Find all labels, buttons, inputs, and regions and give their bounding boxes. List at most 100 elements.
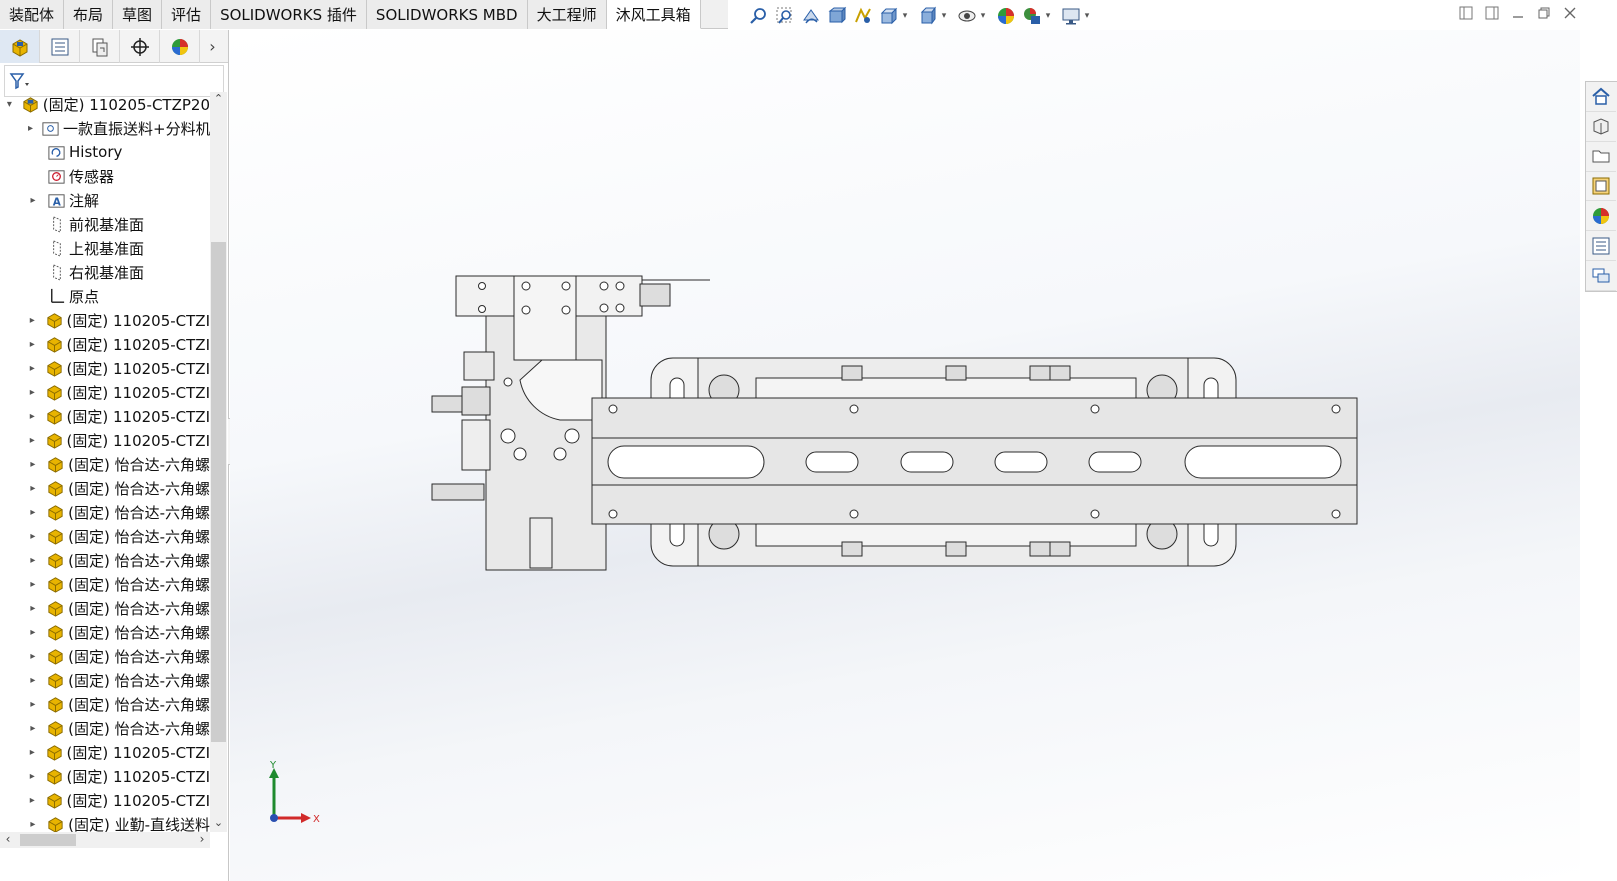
tree-item[interactable]: History — [0, 140, 210, 164]
tree-item[interactable]: ▸ (固定) 怡合达-六角螺 — [0, 596, 210, 620]
chevron-right-icon[interactable]: ▸ — [28, 651, 38, 662]
edit-appearance-icon[interactable] — [995, 5, 1017, 27]
displaymanager-icon[interactable] — [160, 30, 200, 63]
close-icon[interactable] — [1563, 6, 1577, 20]
chevron-down-icon[interactable]: ▾ — [1083, 11, 1091, 21]
tree-item[interactable]: ▸ (固定) 110205-CTZI — [0, 380, 210, 404]
tab-assembly[interactable]: 装配体 — [0, 0, 65, 29]
graphics-area[interactable] — [230, 30, 1580, 881]
chevron-right-icon[interactable]: ▸ — [28, 363, 37, 374]
tab-mufeng-toolbox[interactable]: 沐风工具箱 — [606, 0, 701, 29]
tree-item[interactable]: 右视基准面 — [0, 260, 210, 284]
tree-item[interactable]: ▸ (固定) 110205-CTZI — [0, 356, 210, 380]
chevron-right-icon[interactable]: ▸ — [28, 699, 38, 710]
tree-item[interactable]: ▸ (固定) 110205-CTZI — [0, 788, 210, 812]
view-settings-icon[interactable] — [1060, 5, 1082, 27]
tree-item[interactable]: ▸ (固定) 怡合达-六角螺 — [0, 716, 210, 740]
design-library-icon[interactable] — [1586, 112, 1616, 142]
chevron-right-icon[interactable]: ▸ — [28, 795, 37, 806]
forum-icon[interactable] — [1586, 261, 1616, 292]
propertymanager-icon[interactable] — [40, 30, 80, 63]
chevron-down-icon[interactable]: ▾ — [901, 11, 909, 21]
view-orientation-icon[interactable] — [878, 5, 900, 27]
tree-item[interactable]: ▸ (固定) 怡合达-六角螺 — [0, 524, 210, 548]
view-palette-icon[interactable] — [1586, 172, 1616, 202]
display-style-icon[interactable] — [917, 5, 939, 27]
scroll-down-icon[interactable]: ⌄ — [210, 816, 227, 832]
scrollbar-thumb[interactable] — [211, 242, 226, 742]
chevron-right-icon[interactable]: ▸ — [28, 819, 38, 830]
featuremanager-icon[interactable] — [0, 30, 40, 63]
tree-item[interactable]: ▸ (固定) 怡合达-六角螺 — [0, 620, 210, 644]
chevron-down-icon[interactable]: ▾ — [1044, 11, 1052, 21]
tree-item[interactable]: 前视基准面 — [0, 212, 210, 236]
tree-root[interactable]: ▾ (固定) 110205-CTZP20 — [0, 92, 210, 116]
chevron-right-icon[interactable]: ▸ — [28, 555, 38, 566]
zoom-to-area-icon[interactable] — [774, 5, 796, 27]
chevron-right-icon[interactable]: ▸ — [28, 315, 37, 326]
tree-item[interactable]: ▸ (固定) 怡合达-六角螺 — [0, 452, 210, 476]
tree-item[interactable]: 原点 — [0, 284, 210, 308]
tree-item[interactable]: ▸ (固定) 怡合达-六角螺 — [0, 476, 210, 500]
appearances-icon[interactable] — [1586, 201, 1616, 232]
chevron-down-icon[interactable]: ▾ — [940, 11, 948, 21]
chevron-right-icon[interactable]: ▸ — [28, 579, 38, 590]
tree-item[interactable]: ▸ (固定) 110205-CTZI — [0, 764, 210, 788]
tree-item[interactable]: ▸ (固定) 怡合达-六角螺 — [0, 668, 210, 692]
tab-evaluate[interactable]: 评估 — [162, 0, 212, 29]
chevron-right-icon[interactable]: ▸ — [28, 435, 37, 446]
configurationmanager-icon[interactable] — [80, 30, 120, 63]
scrollbar-thumb[interactable] — [20, 834, 76, 846]
chevron-right-icon[interactable]: ▸ — [28, 483, 38, 494]
previous-view-icon[interactable] — [800, 5, 822, 27]
tree-item[interactable]: 传感器 — [0, 164, 210, 188]
scroll-right-icon[interactable]: › — [194, 832, 210, 848]
scroll-left-icon[interactable]: ‹ — [0, 832, 16, 848]
chevron-right-icon[interactable]: ▸ — [28, 507, 38, 518]
home-icon[interactable] — [1586, 82, 1616, 112]
chevron-down-icon[interactable]: ▾ — [979, 11, 987, 21]
tab-solidworks-mbd[interactable]: SOLIDWORKS MBD — [366, 0, 528, 29]
tree-item[interactable]: ▸ (固定) 110205-CTZI — [0, 308, 210, 332]
section-view-icon[interactable] — [826, 5, 848, 27]
tree-item[interactable]: ▸ (固定) 业勤-直线送料 — [0, 812, 210, 832]
tile-left-icon[interactable] — [1459, 6, 1473, 20]
chevron-right-icon[interactable]: ▸ — [28, 459, 38, 470]
tree-item[interactable]: ▸ (固定) 110205-CTZI — [0, 404, 210, 428]
tree-item[interactable]: ▸ (固定) 怡合达-六角螺 — [0, 500, 210, 524]
tab-solidworks-addins[interactable]: SOLIDWORKS 插件 — [211, 0, 367, 29]
scroll-up-icon[interactable]: ⌃ — [210, 92, 227, 108]
chevron-right-icon[interactable]: ▸ — [28, 387, 37, 398]
tree-item[interactable]: ▸ A 注解 — [0, 188, 210, 212]
chevron-right-icon[interactable]: ▸ — [28, 675, 38, 686]
chevron-right-icon[interactable]: ▸ — [28, 603, 38, 614]
chevron-down-icon[interactable]: ▾ — [6, 99, 13, 110]
chevron-right-icon[interactable]: ▸ — [28, 531, 38, 542]
chevron-right-icon[interactable]: ▸ — [28, 195, 38, 206]
tree-item[interactable]: ▸ (固定) 110205-CTZI — [0, 740, 210, 764]
dynamic-annotation-icon[interactable] — [852, 5, 874, 27]
tree-item[interactable]: ▸ (固定) 怡合达-六角螺 — [0, 692, 210, 716]
tab-layout[interactable]: 布局 — [64, 0, 114, 29]
apply-scene-icon[interactable] — [1021, 5, 1043, 27]
chevron-right-icon[interactable]: ▸ — [28, 771, 37, 782]
tile-right-icon[interactable] — [1485, 6, 1499, 20]
chevron-right-icon[interactable]: ▸ — [28, 123, 33, 134]
tree-vertical-scrollbar[interactable]: ⌃ ⌄ — [210, 92, 227, 832]
chevron-right-icon[interactable]: ▸ — [28, 411, 37, 422]
chevron-right-icon[interactable]: ▸ — [28, 723, 38, 734]
tree-item[interactable]: ▸ (固定) 110205-CTZI — [0, 332, 210, 356]
tree-item[interactable]: ▸ 一款直振送料+分料机 — [0, 116, 210, 140]
minimize-icon[interactable] — [1511, 6, 1525, 20]
tree-item[interactable]: ▸ (固定) 110205-CTZI — [0, 428, 210, 452]
hide-show-icon[interactable] — [956, 5, 978, 27]
tree-item[interactable]: 上视基准面 — [0, 236, 210, 260]
tree-horizontal-scrollbar[interactable]: ‹ › — [0, 832, 210, 848]
tab-da-gongchengshi[interactable]: 大工程师 — [527, 0, 607, 29]
chevron-right-icon[interactable]: ▸ — [28, 747, 37, 758]
tree-item[interactable]: ▸ (固定) 怡合达-六角螺 — [0, 644, 210, 668]
custom-properties-icon[interactable] — [1586, 231, 1616, 262]
dimxpert-icon[interactable] — [120, 30, 160, 63]
file-explorer-icon[interactable] — [1586, 142, 1616, 172]
assembly-model[interactable] — [230, 30, 1580, 881]
